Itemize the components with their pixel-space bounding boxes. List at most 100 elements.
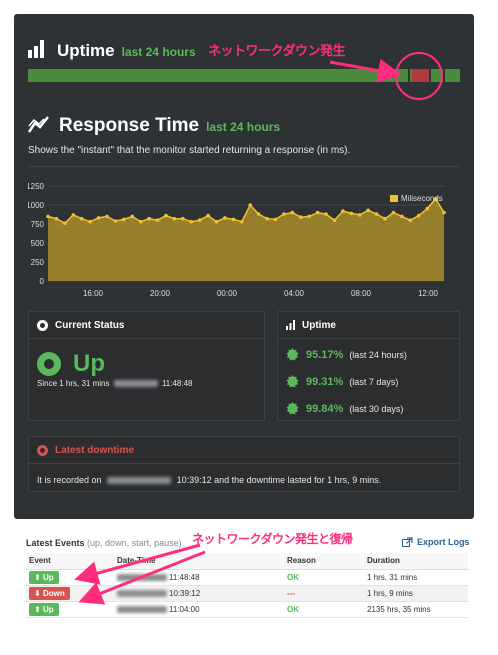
downtime-suffix: 10:39:12 and the downtime lasted for 1 h…	[176, 475, 382, 485]
data-point	[324, 212, 328, 216]
event-badge-up: ⬆ Up	[29, 602, 59, 616]
current-status-header: Current Status	[29, 312, 264, 339]
y-tick-label: 750	[31, 220, 45, 229]
col-event: Event	[26, 553, 114, 570]
data-point	[164, 213, 168, 218]
uptime-stat-row: 95.17% (last 24 hours)	[286, 348, 407, 361]
data-point	[181, 216, 185, 221]
data-point	[442, 210, 446, 215]
event-reason: OK	[284, 601, 364, 618]
uptime-bar-divider	[443, 69, 445, 82]
uptime-stats-box: Uptime 95.17% (last 24 hours) 99.31% (la…	[277, 311, 460, 421]
uptime-bar	[28, 69, 460, 82]
data-point	[273, 217, 278, 222]
latest-downtime-text: It is recorded on 10:39:12 and the downt…	[37, 475, 381, 485]
blurred-date	[117, 573, 167, 581]
export-icon	[402, 537, 413, 547]
data-point	[315, 210, 320, 215]
data-point	[172, 216, 177, 221]
y-tick-label: 1000	[28, 201, 45, 210]
line-chart-icon	[27, 115, 50, 133]
events-title-text: Latest Events	[26, 538, 85, 548]
data-point	[122, 217, 126, 222]
annotation-network-down-recovery: ネットワークダウン発生と復帰	[192, 532, 353, 546]
latest-downtime-box: Latest downtime It is recorded on 10:39:…	[28, 436, 460, 492]
uptime-bar-divider	[429, 69, 431, 82]
response-time-subtitle: last 24 hours	[206, 120, 281, 134]
blurred-date	[117, 589, 167, 597]
data-point	[54, 216, 59, 221]
uptime-bar-divider	[408, 69, 410, 82]
data-point	[332, 218, 337, 222]
status-text: Up	[73, 350, 105, 377]
series-area	[48, 198, 444, 281]
data-point	[374, 212, 379, 216]
divider	[28, 166, 460, 167]
x-tick-label: 00:00	[217, 289, 238, 298]
data-point	[206, 213, 210, 218]
data-point	[248, 203, 252, 207]
annotation-network-down: ネットワークダウン発生	[208, 43, 345, 58]
data-point	[282, 212, 286, 216]
legend-label: Miliseconds	[401, 194, 443, 203]
table-row: ⬆ Up 11:04:00 OK 2135 hrs, 35 mins	[26, 601, 468, 618]
data-point	[79, 216, 84, 221]
event-duration: 1 hrs, 31 mins	[364, 569, 468, 586]
data-point	[189, 219, 193, 224]
event-label: Up	[42, 604, 54, 614]
data-point	[240, 219, 244, 224]
events-title: Latest Events (up, down, start, pause)	[26, 538, 182, 548]
since-prefix: Since 1 hrs, 31 mins	[37, 379, 110, 388]
bar-chart-icon	[28, 40, 48, 58]
data-point	[214, 219, 219, 224]
event-duration: 2135 hrs, 35 mins	[364, 601, 468, 618]
uptime-stat-row: 99.84% (last 30 days)	[286, 402, 403, 415]
data-point	[197, 218, 202, 222]
status-up-icon	[37, 352, 61, 376]
uptime-title: Uptime	[57, 41, 115, 60]
data-point	[425, 207, 429, 211]
uptime-subtitle: last 24 hours	[121, 45, 196, 59]
uptime-period: (last 24 hours)	[349, 349, 407, 360]
data-point	[96, 216, 101, 220]
table-row: ⬇ Down 10:39:12 --- 1 hrs, 9 mins	[26, 585, 468, 602]
status-indicator: Up	[37, 350, 105, 378]
data-point	[223, 216, 227, 220]
data-point	[307, 214, 312, 219]
downtime-dot-icon	[37, 444, 48, 456]
latest-downtime-header: Latest downtime	[29, 437, 459, 464]
uptime-stat-row: 99.31% (last 7 days)	[286, 375, 398, 388]
response-time-header: Response Time last 24 hours	[27, 113, 281, 137]
blurred-date	[107, 477, 172, 485]
response-time-title: Response Time	[59, 115, 200, 136]
uptime-header: Uptime last 24 hours	[28, 38, 196, 61]
export-logs-link[interactable]: Export Logs	[402, 537, 470, 547]
downtime-prefix: It is recorded on	[37, 475, 102, 485]
data-point	[138, 219, 143, 224]
data-point	[357, 213, 362, 217]
response-time-chart: 1250 1000 750 500 250 0 16:00 20:00 00:00 04:00 08…	[28, 182, 446, 298]
data-point	[113, 219, 118, 223]
data-point	[105, 214, 109, 219]
event-reason: ---	[284, 585, 364, 602]
data-point	[155, 218, 160, 222]
event-badge-up: ⬆ Up	[29, 570, 59, 584]
table-row: ⬆ Up 11:48:48 OK 1 hrs, 31 mins	[26, 569, 468, 586]
event-badge-down: ⬇ Down	[29, 586, 70, 600]
x-tick-label: 16:00	[83, 289, 104, 298]
current-status-title: Current Status	[55, 319, 125, 331]
data-point	[71, 213, 76, 217]
event-duration: 1 hrs, 9 mins	[364, 585, 468, 602]
data-point	[147, 216, 151, 221]
event-time: 11:04:00	[169, 604, 200, 614]
badge-icon	[286, 348, 299, 361]
uptime-pct: 95.17%	[306, 348, 344, 361]
data-point	[299, 215, 303, 219]
data-point	[408, 218, 413, 222]
event-label: Down	[42, 588, 65, 598]
x-tick-label: 04:00	[284, 289, 305, 298]
latest-downtime-title: Latest downtime	[55, 444, 134, 456]
bar-chart-icon	[286, 320, 296, 330]
status-since: Since 1 hrs, 31 mins 11:48:48	[37, 379, 193, 388]
data-point	[391, 210, 396, 215]
